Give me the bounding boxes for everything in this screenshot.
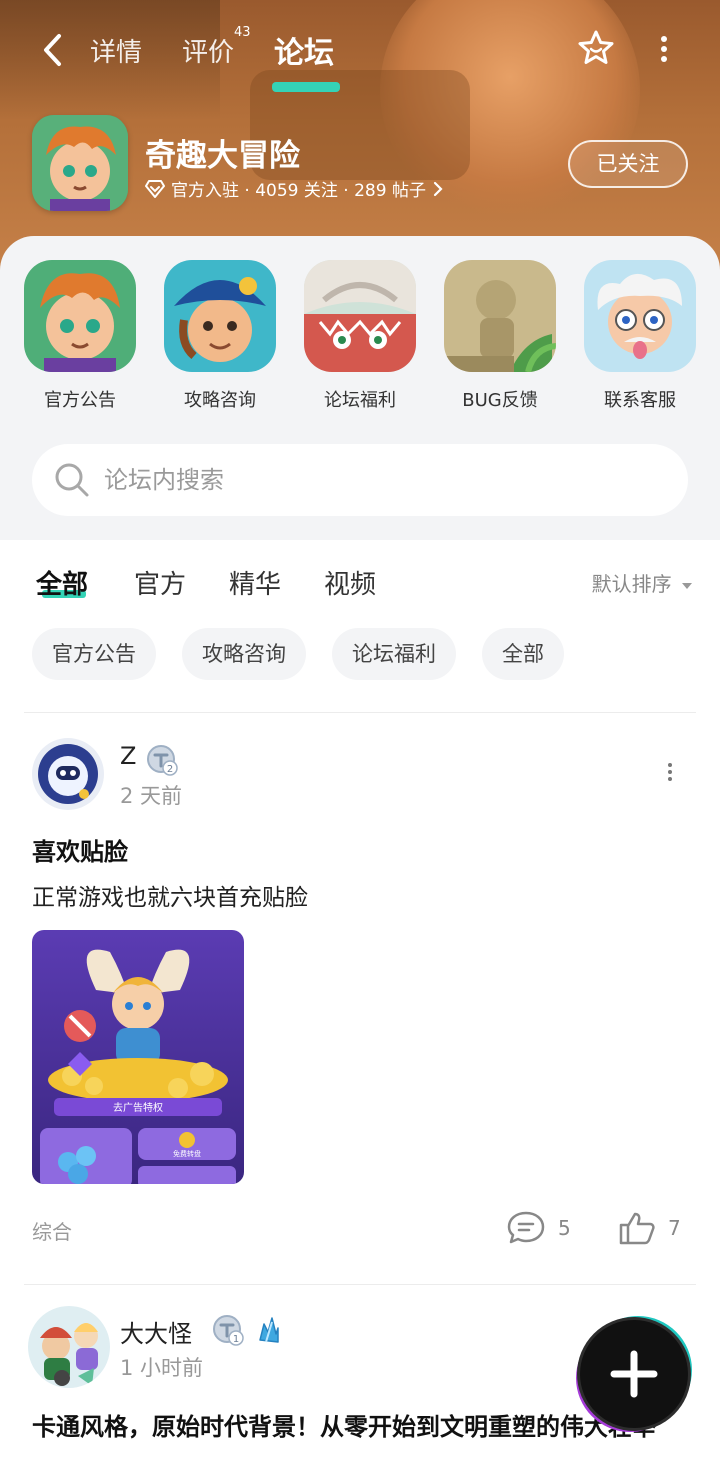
statue-icon	[444, 260, 556, 372]
captain-icon	[164, 260, 276, 372]
quick-link-label: 攻略咨询	[184, 390, 256, 411]
forum-search-bar[interactable]	[32, 444, 688, 516]
post-image[interactable]: 去广告特权 免费转盘	[32, 930, 244, 1184]
filter-tab-featured[interactable]: 精华	[229, 564, 281, 601]
post-category-label[interactable]: 综合	[32, 1216, 72, 1245]
level-badge-icon: 1	[212, 1314, 244, 1346]
character-avatar-icon	[28, 1306, 110, 1388]
filter-tab-official[interactable]: 官方	[134, 564, 186, 601]
monster-icon	[304, 260, 416, 372]
quick-link-guides[interactable]: 攻略咨询	[164, 260, 276, 412]
follow-button[interactable]: 已关注	[568, 140, 688, 188]
tab-forum[interactable]: 论坛	[274, 28, 334, 72]
svg-text:去广告特权: 去广告特权	[113, 1101, 163, 1114]
post-card[interactable]: Z 2 2 天前 喜欢贴脸 正常游戏也就六块首充贴脸 去广告特权 免费转盘 综合…	[0, 712, 720, 1284]
post-title[interactable]: 喜欢贴脸	[32, 832, 128, 867]
tab-details[interactable]: 详情	[90, 32, 142, 69]
post-more-button[interactable]	[664, 760, 676, 790]
like-button[interactable]: 7	[618, 1210, 681, 1246]
reviews-count-badge: 43	[234, 25, 251, 40]
category-chips: 官方公告 攻略咨询 论坛福利 全部	[0, 628, 720, 684]
chevron-left-icon	[44, 34, 61, 66]
chip-guides[interactable]: 攻略咨询	[182, 628, 306, 680]
sort-dropdown[interactable]: 默认排序	[592, 568, 694, 597]
hero-boy-icon	[24, 260, 136, 372]
thumbs-up-icon	[619, 1212, 655, 1245]
svg-text:2: 2	[167, 764, 173, 775]
back-button[interactable]	[34, 30, 74, 70]
post-time: 1 小时前	[120, 1356, 204, 1380]
chip-benefits[interactable]: 论坛福利	[332, 628, 456, 680]
active-tab-indicator	[272, 82, 340, 92]
game-stats[interactable]: 官方入驻 · 4059 关注 · 289 帖子	[145, 176, 444, 201]
like-count: 7	[668, 1216, 681, 1240]
chip-all[interactable]: 全部	[482, 628, 564, 680]
favorite-button[interactable]	[576, 28, 616, 68]
plus-icon	[610, 1350, 658, 1398]
comments-button[interactable]: 5	[506, 1210, 571, 1246]
filter-tab-all[interactable]: 全部	[36, 564, 88, 601]
author-name[interactable]: 大大怪	[120, 1314, 192, 1349]
sort-label: 默认排序	[591, 572, 672, 596]
filter-tab-videos[interactable]: 视频	[324, 564, 376, 601]
post-filter-tabs: 全部 官方 精华 视频 默认排序	[0, 540, 720, 630]
caret-down-icon	[682, 583, 692, 589]
quick-link-announcements[interactable]: 官方公告	[24, 260, 136, 412]
diamond-verified-icon	[145, 179, 165, 198]
quick-link-customer-service[interactable]: 联系客服	[584, 260, 696, 412]
quick-link-bug-report[interactable]: BUG反馈	[444, 260, 556, 412]
game-app-icon	[32, 115, 128, 211]
tab-reviews[interactable]: 评价	[182, 32, 234, 69]
quick-link-label: BUG反馈	[462, 390, 538, 411]
avatar[interactable]	[32, 738, 104, 810]
post-body[interactable]: 正常游戏也就六块首充贴脸	[32, 878, 308, 912]
game-title: 奇趣大冒险	[145, 138, 300, 174]
game-hero-header: 详情 评价 43 论坛 奇趣大冒险 官方入驻 · 4059 关注 · 289 帖…	[0, 0, 720, 270]
chip-announcements[interactable]: 官方公告	[32, 628, 156, 680]
quick-link-label: 联系客服	[604, 390, 676, 411]
star-icon	[578, 30, 614, 64]
top-navigation-bar: 详情 评价 43 论坛	[0, 22, 720, 92]
create-post-button[interactable]	[580, 1320, 688, 1428]
game-stats-text: 官方入驻 · 4059 关注 · 289 帖子	[171, 181, 426, 201]
quick-link-label: 官方公告	[44, 390, 116, 411]
quick-link-benefits[interactable]: 论坛福利	[304, 260, 416, 412]
forum-quick-links-card: 官方公告 攻略咨询 论坛福利 BUG反馈 联系客服 论坛内搜索	[0, 236, 720, 540]
post-time: 2 天前	[120, 784, 183, 808]
robot-avatar-icon	[32, 738, 104, 810]
avatar[interactable]	[28, 1306, 110, 1388]
comment-icon	[507, 1211, 545, 1244]
comment-count: 5	[558, 1216, 571, 1240]
professor-icon	[584, 260, 696, 372]
more-options-button[interactable]	[654, 32, 674, 68]
svg-text:免费转盘: 免费转盘	[173, 1149, 201, 1158]
author-name[interactable]: Z	[120, 742, 136, 770]
crystal-badge-icon	[252, 1314, 284, 1346]
level-badge-icon: 2	[146, 744, 178, 776]
search-icon	[55, 463, 89, 497]
svg-text:1: 1	[233, 1334, 239, 1345]
chevron-right-icon	[433, 181, 443, 196]
hero-boy-icon	[32, 115, 128, 211]
quick-link-label: 论坛福利	[324, 390, 396, 411]
search-input[interactable]	[104, 458, 664, 502]
